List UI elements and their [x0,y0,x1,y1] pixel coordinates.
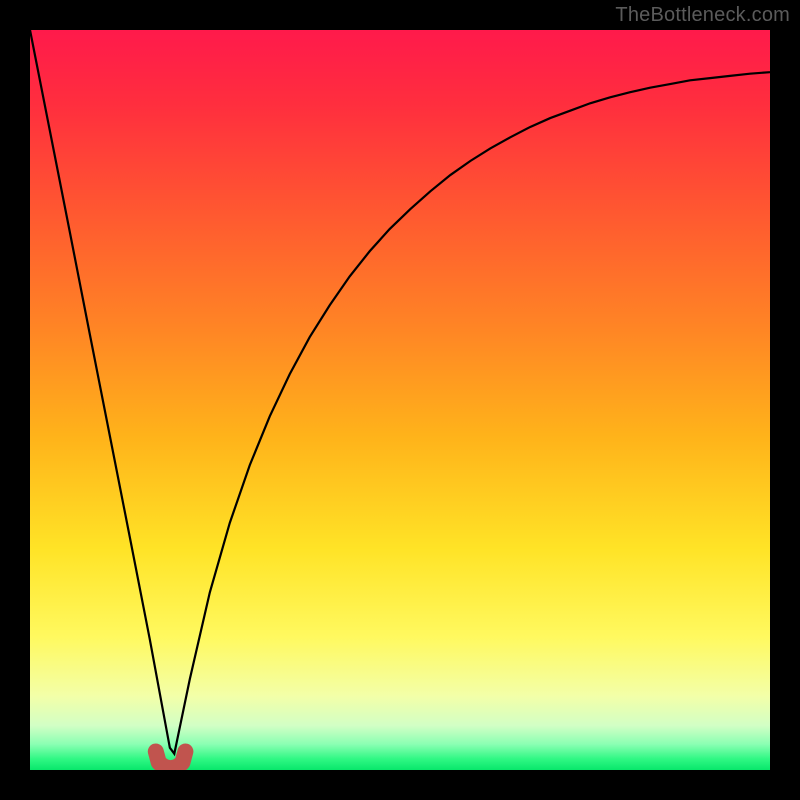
plot-area [30,30,770,770]
chart-frame: TheBottleneck.com [0,0,800,800]
bottleneck-curve [30,30,770,770]
attribution-text: TheBottleneck.com [615,4,790,27]
highlight-marker [156,752,186,769]
curve-line [30,30,770,754]
